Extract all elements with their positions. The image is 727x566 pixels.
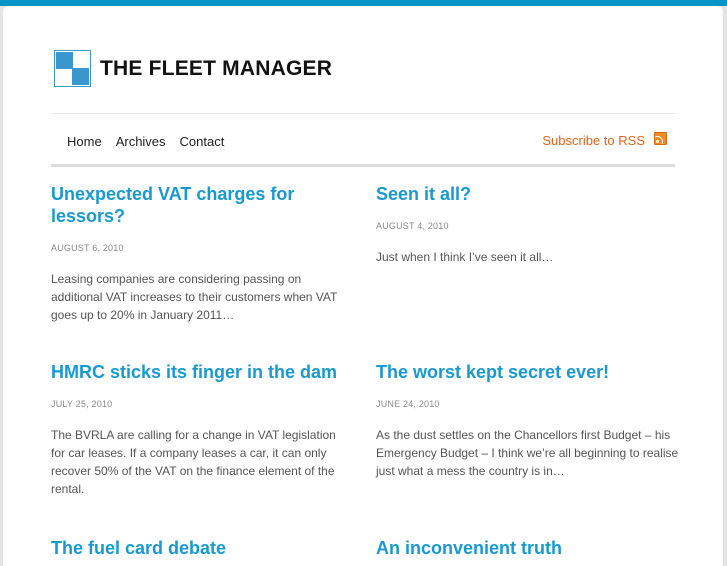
post-title[interactable]: An inconvenient truth <box>376 537 676 559</box>
logo-checker-icon <box>54 50 91 87</box>
post-item: The fuel card debate <box>51 537 351 559</box>
nav-archives[interactable]: Archives <box>116 134 166 149</box>
nav-home[interactable]: Home <box>67 134 102 149</box>
post-date: August 4, 2010 <box>376 221 449 231</box>
post-excerpt: Leasing companies are considering passin… <box>51 272 338 322</box>
post-item: Seen it all? August 4, 2010 Just when I … <box>376 183 676 266</box>
post-title[interactable]: Seen it all? <box>376 183 676 205</box>
post-title[interactable]: The fuel card debate <box>51 537 351 559</box>
post-item: The worst kept secret ever! June 24, 201… <box>376 361 681 480</box>
post-excerpt: Just when I think I’ve seen it all… <box>376 250 554 264</box>
post-title[interactable]: The worst kept secret ever! <box>376 361 681 383</box>
post-date: August 6, 2010 <box>51 243 124 253</box>
subscribe-rss-link[interactable]: Subscribe to RSS <box>542 132 667 148</box>
page-container: THE FLEET MANAGER Home Archives Contact … <box>3 6 723 566</box>
post-item: Unexpected VAT charges for lessors? Augu… <box>51 183 351 324</box>
post-item: HMRC sticks its finger in the dam July 2… <box>51 361 346 498</box>
main-nav: Home Archives Contact Subscribe to RSS <box>51 113 675 167</box>
subscribe-rss-label[interactable]: Subscribe to RSS <box>542 133 645 148</box>
site-logo[interactable]: THE FLEET MANAGER <box>54 50 332 87</box>
post-excerpt: The BVRLA are calling for a change in VA… <box>51 428 336 496</box>
post-title[interactable]: Unexpected VAT charges for lessors? <box>51 183 351 227</box>
rss-feed-icon[interactable] <box>654 132 667 145</box>
post-title[interactable]: HMRC sticks its finger in the dam <box>51 361 346 383</box>
post-date: June 24, 2010 <box>376 399 440 409</box>
post-item: An inconvenient truth <box>376 537 676 559</box>
post-excerpt: As the dust settles on the Chancellors f… <box>376 428 679 478</box>
nav-contact[interactable]: Contact <box>180 134 225 149</box>
site-title: THE FLEET MANAGER <box>100 56 333 80</box>
post-date: July 25, 2010 <box>51 399 113 409</box>
